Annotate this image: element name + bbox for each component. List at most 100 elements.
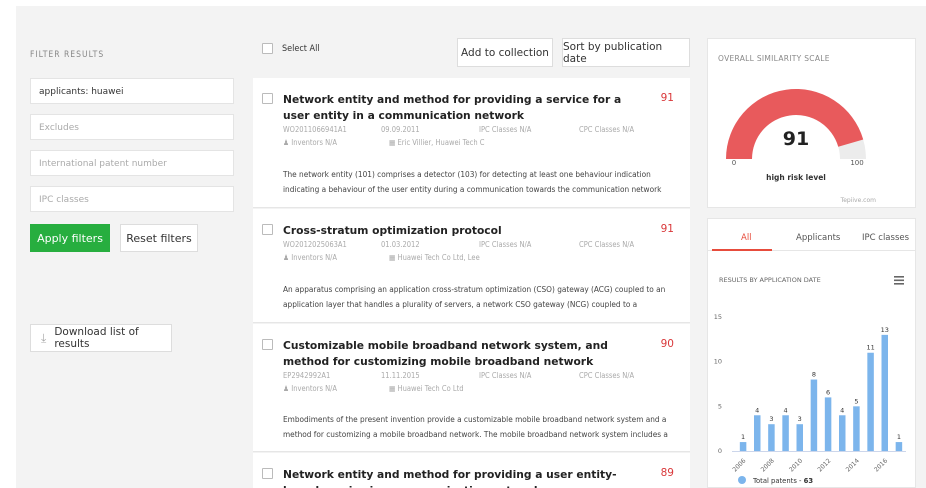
bar-value-label: 4 xyxy=(840,406,844,414)
select-all-control[interactable]: Select All xyxy=(262,43,320,54)
apply-filters-button[interactable]: Apply filters xyxy=(30,224,110,252)
result-abstract: The network entity (101) comprises a det… xyxy=(283,169,662,194)
chart-bar-2011[interactable] xyxy=(810,379,818,451)
add-to-collection-button[interactable]: Add to collection xyxy=(457,38,553,67)
excludes-input[interactable]: Excludes xyxy=(30,114,234,140)
similarity-score: 91 xyxy=(660,223,674,235)
chart-x-axis: 2006 2008 2010 2012 2014 2016 xyxy=(731,451,906,474)
similarity-scale-card: OVERALL SIMILARITY SCALE 91 0 100 high r… xyxy=(707,38,916,208)
applicants-input[interactable]: applicants: huawei xyxy=(30,78,234,104)
bar-value-label: 3 xyxy=(798,415,802,423)
bar-value-label: 11 xyxy=(866,344,874,352)
chart-bar-2006[interactable] xyxy=(739,442,747,451)
bar-value-label: 5 xyxy=(854,397,858,405)
reset-filters-button[interactable]: Reset filters xyxy=(120,224,198,252)
patent-number: EP2942992A1 xyxy=(283,371,331,380)
ipc-classes: IPC Classes N/A xyxy=(479,125,532,134)
select-all-checkbox[interactable] xyxy=(262,43,273,54)
download-results-button[interactable]: ⤓ Download list of results xyxy=(30,324,172,352)
inventors: ♟ Inventors N/A xyxy=(283,138,338,147)
chart-bar-2010[interactable] xyxy=(796,424,804,451)
chart-menu-icon[interactable] xyxy=(894,276,904,285)
chart-bar-2016[interactable] xyxy=(881,334,889,451)
bar-value-label: 13 xyxy=(881,326,889,334)
similarity-score: 91 xyxy=(660,92,674,104)
bar-value-label: 3 xyxy=(769,415,773,423)
cpc-classes: CPC Classes N/A xyxy=(579,371,635,380)
download-icon: ⤓ xyxy=(41,330,47,345)
publication-date: 09.09.2011 xyxy=(381,125,420,134)
sort-by-date-button[interactable]: Sort by publication date xyxy=(562,38,690,67)
result-title[interactable]: Network entity and method for providing … xyxy=(283,467,638,488)
statistics-tabs: All Applicants IPC classes xyxy=(708,229,915,251)
page-background: FILTER RESULTS applicants: huawei Exclud… xyxy=(16,6,926,488)
similarity-gauge: 91 0 100 high risk level Tepiive.com xyxy=(726,89,877,204)
cpc-classes: CPC Classes N/A xyxy=(579,125,635,134)
result-title[interactable]: Cross-stratum optimization protocol xyxy=(283,223,638,239)
gauge-value: 91 xyxy=(783,128,809,150)
chart-bar-2008[interactable] xyxy=(768,424,775,451)
result-card[interactable]: Network entity and method for providing … xyxy=(253,78,690,208)
patent-number: WO2011066941A1 xyxy=(283,125,347,134)
result-checkbox[interactable] xyxy=(262,468,273,479)
tab-applicants[interactable]: Applicants xyxy=(796,233,840,243)
applicant: ▦ Huawei Tech Co Ltd, Lee xyxy=(389,253,480,262)
x-tick-label: 2010 xyxy=(788,457,804,473)
gauge-min-label: 0 xyxy=(732,159,736,167)
person-icon: ♟ xyxy=(283,138,290,147)
y-tick-label: 15 xyxy=(714,313,722,321)
bar-value-label: 1 xyxy=(741,433,745,441)
chart-bars: 1 4 3 4 3 8 6 4 5 11 13 1 xyxy=(739,326,903,451)
cpc-classes: CPC Classes N/A xyxy=(579,240,635,249)
patent-number-input[interactable]: International patent number xyxy=(30,150,234,176)
result-card[interactable]: Customizable mobile broadband network sy… xyxy=(253,324,690,452)
bar-value-label: 4 xyxy=(784,406,788,414)
ipc-classes-input[interactable]: IPC classes xyxy=(30,186,234,212)
inventors: ♟ Inventors N/A xyxy=(283,253,338,262)
chart-bar-2013[interactable] xyxy=(839,415,846,451)
result-checkbox[interactable] xyxy=(262,339,273,350)
tab-ipc-classes[interactable]: IPC classes xyxy=(862,233,909,243)
building-icon: ▦ xyxy=(389,384,396,393)
chart-bar-2012[interactable] xyxy=(824,397,832,451)
result-title[interactable]: Network entity and method for providing … xyxy=(283,92,638,124)
person-icon: ♟ xyxy=(283,253,290,262)
filter-results-title: FILTER RESULTS xyxy=(30,50,105,60)
applicant: ▦ Huawei Tech Co Ltd xyxy=(389,384,464,393)
chart-legend[interactable]: Total patents - 63 xyxy=(738,476,813,485)
results-toolbar: Select All Add to collection Sort by pub… xyxy=(262,38,690,68)
publication-date: 01.03.2012 xyxy=(381,240,420,249)
y-tick-label: 0 xyxy=(718,447,722,455)
gauge-max-label: 100 xyxy=(850,159,863,167)
active-tab-indicator xyxy=(712,249,772,251)
chart-credit: Tepiive.com xyxy=(840,197,877,204)
download-label: Download list of results xyxy=(54,326,139,350)
select-all-label: Select All xyxy=(282,43,320,54)
result-title[interactable]: Customizable mobile broadband network sy… xyxy=(283,338,638,370)
legend-label: Total patents - 63 xyxy=(752,477,813,485)
similarity-score: 89 xyxy=(660,467,674,479)
chart-bar-2009[interactable] xyxy=(782,415,789,451)
tab-all[interactable]: All xyxy=(741,233,752,243)
chart-bar-2014[interactable] xyxy=(853,406,860,451)
y-tick-label: 10 xyxy=(714,358,722,366)
chart-bar-2015[interactable] xyxy=(867,352,874,451)
x-tick-label: 2016 xyxy=(873,457,889,473)
results-by-date-chart: RESULTS BY APPLICATION DATE 051015 14343… xyxy=(714,276,906,485)
result-checkbox[interactable] xyxy=(262,93,273,104)
result-abstract: An apparatus comprising an application c… xyxy=(283,284,666,309)
risk-level-label: high risk level xyxy=(766,173,826,182)
result-checkbox[interactable] xyxy=(262,224,273,235)
y-tick-label: 5 xyxy=(718,402,722,410)
bar-value-label: 8 xyxy=(812,371,816,379)
patent-number: WO2012025063A1 xyxy=(283,240,347,249)
legend-marker xyxy=(738,476,746,484)
x-tick-label: 2014 xyxy=(845,457,861,473)
ipc-classes: IPC Classes N/A xyxy=(479,240,532,249)
chart-bar-2017[interactable] xyxy=(895,442,903,451)
result-card[interactable]: Network entity and method for providing … xyxy=(253,453,690,488)
result-card[interactable]: Cross-stratum optimization protocol 91 W… xyxy=(253,209,690,323)
building-icon: ▦ xyxy=(389,253,396,262)
applicant: ▦ Eric Villier, Huawei Tech C xyxy=(389,138,485,147)
chart-bar-2007[interactable] xyxy=(754,415,761,451)
